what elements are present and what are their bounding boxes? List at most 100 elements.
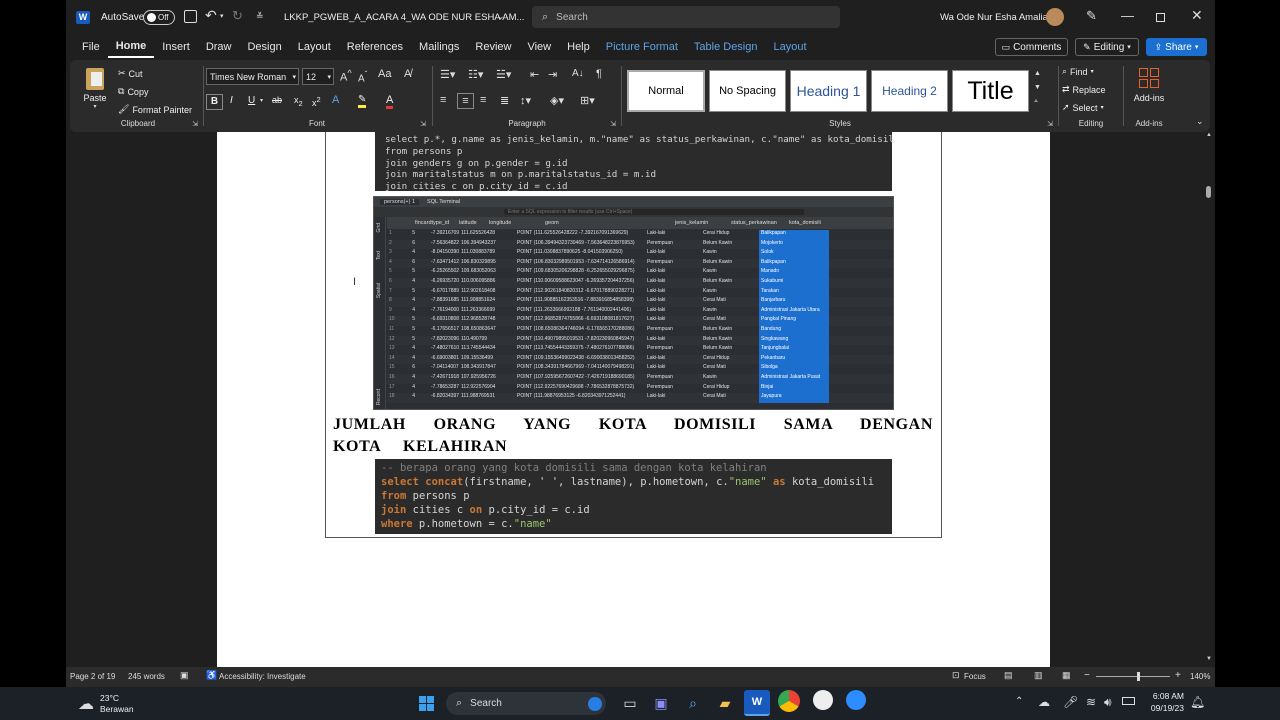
pen-icon[interactable]: ✎	[1086, 8, 1097, 24]
shrink-font-icon[interactable]: Aˇ	[358, 69, 367, 84]
tab-view[interactable]: View	[519, 36, 559, 58]
zoom-app-icon[interactable]	[846, 690, 866, 710]
tab-layout[interactable]: Layout	[290, 36, 339, 58]
chevron-down-icon[interactable]: ▾	[260, 97, 263, 104]
tab-help[interactable]: Help	[559, 36, 598, 58]
styles-scroll-down-icon[interactable]: ▼	[1034, 84, 1041, 91]
accessibility-status[interactable]: Accessibility: Investigate	[219, 672, 306, 681]
styles-scroll-up-icon[interactable]: ▲	[1034, 70, 1041, 77]
grid-row[interactable]: 15 6 -7.041140079 108.343917847 POINT (108.3…	[387, 364, 893, 374]
scroll-thumb[interactable]	[1206, 186, 1211, 198]
document-page[interactable]: select p.*, g.name as jenis_kelamin, m."…	[217, 132, 1050, 667]
word-count[interactable]: 245 words	[128, 672, 165, 681]
underline-icon[interactable]: U	[248, 95, 255, 106]
page-count[interactable]: Page 2 of 19	[70, 672, 115, 681]
increase-indent-icon[interactable]: ⇥	[548, 68, 557, 81]
grid-row[interactable]: 6 4 -6.269357204 110.006095886 POINT (110.00…	[387, 277, 893, 288]
styles-more-icon[interactable]: ⩡	[1034, 98, 1038, 106]
restore-icon[interactable]	[1156, 13, 1165, 22]
scroll-down-icon[interactable]: ▼	[1206, 656, 1212, 662]
microphone-icon[interactable]: 🎤︎	[1063, 695, 1078, 709]
zoom-level[interactable]: 140%	[1190, 672, 1210, 681]
grid-row[interactable]: 4 6 -7.634714127 106.830329895 POINT (106.83…	[387, 258, 893, 269]
grid-row[interactable]: 10 5 -6.693108082 112.968528748 POINT (112.9…	[387, 316, 893, 326]
clock[interactable]: 6:08 AM 09/19/23	[1144, 690, 1184, 714]
zoom-in-icon[interactable]: +	[1175, 670, 1181, 681]
share-button[interactable]: ⇪ Share ▾	[1146, 38, 1207, 56]
shading-icon[interactable]: ◈▾	[550, 94, 564, 107]
focus-button[interactable]: Focus	[964, 672, 986, 681]
multilevel-list-icon[interactable]: ☱▾	[496, 68, 511, 81]
style-normal[interactable]: Normal	[627, 70, 705, 112]
print-layout-icon[interactable]: ▥	[1034, 670, 1043, 681]
teams-icon[interactable]: ▣	[648, 690, 674, 716]
format-painter-button[interactable]: 🖌 Format Painter	[118, 104, 192, 115]
text-effects-icon[interactable]: A	[332, 94, 339, 106]
wifi-icon[interactable]: ≋	[1086, 695, 1096, 709]
replace-button[interactable]: ⇄ Replace	[1062, 84, 1106, 95]
tab-insert[interactable]: Insert	[154, 36, 198, 58]
grid-row[interactable]: 5 5 -6.252655029 109.683052063 POINT (109.68…	[387, 268, 893, 278]
highlight-icon[interactable]: ✎	[358, 94, 367, 108]
grid-row[interactable]: 1 5 -7.392167091 111.625526428 POINT (111.62…	[387, 230, 893, 240]
onedrive-icon[interactable]: ☁	[1038, 695, 1050, 709]
weather-widget[interactable]: ☁ 23°C Berawan	[78, 689, 134, 719]
notification-icon[interactable]: 🔔︎	[1190, 695, 1205, 709]
volume-icon[interactable]: 🔊︎	[1104, 695, 1112, 710]
dialog-launcher-icon[interactable]: ⇲	[192, 120, 198, 128]
tab-design[interactable]: Design	[239, 36, 289, 58]
dialog-launcher-icon[interactable]: ⇲	[610, 120, 616, 128]
autosave-toggle[interactable]: Off	[143, 10, 175, 25]
pilcrow-icon[interactable]: ¶	[596, 68, 602, 80]
justify-icon[interactable]: ≣	[500, 94, 509, 107]
grid-row[interactable]: 18 4 -6.820343971 111.988769531 POINT (111.9…	[387, 393, 893, 403]
copy-button[interactable]: ⧉ Copy	[118, 86, 148, 97]
align-center-icon[interactable]: ≡	[457, 93, 474, 109]
subscript-icon[interactable]: x2	[294, 95, 303, 108]
tab-home[interactable]: Home	[107, 36, 155, 58]
proofing-icon[interactable]: ▣	[180, 670, 189, 681]
bullets-icon[interactable]: ☰▾	[440, 68, 455, 81]
word-taskbar-icon[interactable]: W	[744, 690, 770, 716]
font-name-select[interactable]: Times New Roman ▾	[206, 68, 299, 85]
clear-formatting-icon[interactable]: A̸	[404, 68, 411, 80]
addins-button[interactable]: Add-ins	[1127, 66, 1171, 110]
tab-references[interactable]: References	[339, 36, 411, 58]
grid-row[interactable]: 17 4 -7.786532879 112.922576904 POINT (112.9…	[387, 383, 893, 394]
file-explorer-icon[interactable]: ▰	[712, 690, 738, 716]
redo-icon[interactable]: ↻	[232, 8, 243, 24]
result-grid-screenshot[interactable]: persons(+) 1 SQL Terminal Enter a SQL ex…	[373, 196, 894, 410]
battery-icon[interactable]	[1122, 697, 1135, 705]
paste-button[interactable]: Paste ▾	[80, 66, 110, 110]
borders-icon[interactable]: ⊞▾	[580, 94, 595, 107]
zoom-slider[interactable]	[1096, 672, 1170, 681]
grid-row[interactable]: 9 4 -7.761940002 111.263366699 POINT (111.26…	[387, 306, 893, 317]
vertical-scrollbar[interactable]: ▲ ▼	[1204, 132, 1214, 667]
italic-icon[interactable]: I	[230, 95, 233, 106]
avatar[interactable]	[1046, 8, 1064, 26]
user-name[interactable]: Wa Ode Nur Esha Amalia	[940, 12, 1048, 23]
title-dropdown-icon[interactable]: ⌄	[497, 11, 505, 22]
grid-row[interactable]: 12 5 -7.820230961 110.490799 POINT (110.4907…	[387, 335, 893, 346]
undo-dropdown-icon[interactable]: ▾	[220, 12, 224, 20]
line-spacing-icon[interactable]: ↕▾	[520, 94, 531, 107]
undo-icon[interactable]: ↶	[205, 7, 217, 24]
explorer-search-icon[interactable]: ⌕	[680, 690, 706, 716]
style-no-spacing[interactable]: No Spacing	[709, 70, 786, 112]
align-right-icon[interactable]: ≡	[480, 94, 486, 106]
editing-mode-button[interactable]: ✎ Editing ▾	[1075, 38, 1139, 56]
customize-qat-icon[interactable]: ≚	[256, 11, 264, 22]
font-color-icon[interactable]: A	[386, 94, 394, 109]
numbering-icon[interactable]: ☷▾	[468, 68, 483, 81]
bold-icon[interactable]: B	[206, 94, 223, 110]
tab-file[interactable]: File	[74, 36, 108, 58]
dialog-launcher-icon[interactable]: ⇲	[420, 120, 426, 128]
grid-row[interactable]: 14 4 -6.690038013 109.15536499 POINT (109.15…	[387, 354, 893, 365]
grid-row[interactable]: 3 4 -8.041503906 111.030883789 POINT (111.03…	[387, 249, 893, 259]
tab-picture-format[interactable]: Picture Format	[598, 36, 686, 58]
search-box[interactable]: ⌕ Search	[532, 6, 840, 28]
tab-mailings[interactable]: Mailings	[411, 36, 467, 58]
taskbar-search[interactable]: ⌕ Search	[446, 692, 606, 715]
document-title[interactable]: LKKP_PGWEB_A_ACARA 4_WA ODE NUR ESHA AM.…	[284, 12, 524, 23]
grow-font-icon[interactable]: A^	[340, 68, 352, 84]
